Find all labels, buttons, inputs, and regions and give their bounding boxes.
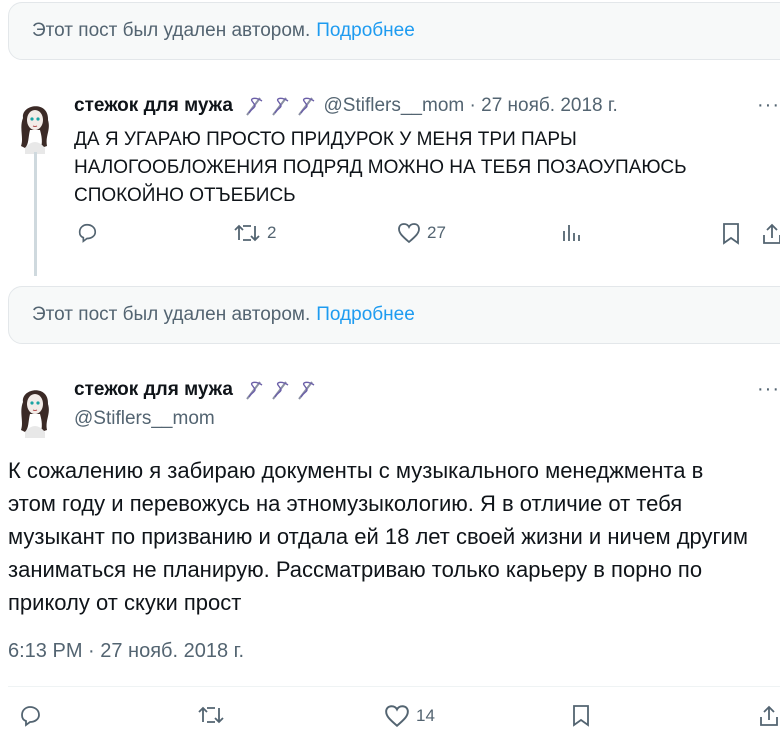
like-count: 27 <box>427 223 446 242</box>
reply-icon <box>78 223 97 243</box>
bookmark-button[interactable] <box>720 222 742 246</box>
author-name[interactable]: стежок для мужа <box>74 95 233 116</box>
needle-thread-icon <box>298 381 315 400</box>
tweet-timestamp[interactable]: 6:13 PM · 27 нояб. 2018 г. <box>8 640 244 663</box>
needle-thread-icon <box>298 97 315 116</box>
post-date[interactable]: · 27 нояб. 2018 г. <box>470 95 618 116</box>
bookmark-icon <box>723 223 739 245</box>
needle-emoji-group <box>244 95 318 117</box>
reply-header: стежок для мужа @Stiflers__mom · 27 нояб… <box>74 95 618 117</box>
more-options-icon[interactable]: ··· <box>757 94 780 117</box>
reply-button[interactable] <box>18 704 42 728</box>
deleted-post-notice: Этот пост был удален автором. Подробнее <box>8 286 780 344</box>
author-handle[interactable]: @Stiflers__mom <box>74 408 215 430</box>
needle-thread-icon <box>272 381 289 400</box>
thread-line <box>34 152 37 276</box>
bookmark-icon <box>573 705 589 727</box>
bookmark-button[interactable] <box>570 704 592 728</box>
needle-thread-icon <box>272 97 289 116</box>
reply-button[interactable] <box>76 222 98 244</box>
retweet-count: 2 <box>267 223 277 242</box>
analytics-icon <box>563 225 580 241</box>
avatar-illustration <box>21 390 49 438</box>
deleted-post-notice: Этот пост был удален автором. Подробнее <box>8 2 780 60</box>
retweet-icon <box>234 224 260 242</box>
avatar[interactable] <box>13 96 57 154</box>
main-action-bar: 14 <box>0 704 780 734</box>
retweet-icon <box>198 706 224 724</box>
deleted-notice-text: Этот пост был удален автором. <box>32 20 311 41</box>
retweet-button[interactable]: 2 <box>233 222 276 244</box>
tweet-text: К сожалению я забираю документы с музыка… <box>8 458 748 615</box>
author-name[interactable]: стежок для мужа <box>74 379 233 400</box>
views-button[interactable] <box>560 222 582 244</box>
like-count: 14 <box>416 706 435 725</box>
like-button[interactable]: 27 <box>397 222 446 244</box>
heart-icon <box>385 705 409 728</box>
main-author-block: стежок для мужа <box>74 379 318 401</box>
share-icon <box>760 705 778 726</box>
avatar-illustration <box>21 106 49 154</box>
share-icon <box>763 223 780 244</box>
needle-thread-icon <box>246 97 263 116</box>
like-button[interactable]: 14 <box>384 704 435 728</box>
more-options-icon[interactable]: ··· <box>757 378 780 401</box>
share-button[interactable] <box>761 222 780 246</box>
avatar[interactable] <box>13 380 57 438</box>
reply-action-bar: 2 27 <box>0 222 780 252</box>
retweet-button[interactable] <box>197 704 225 726</box>
heart-icon <box>398 223 420 244</box>
deleted-notice-text: Этот пост был удален автором. <box>32 304 311 325</box>
divider <box>8 686 780 687</box>
learn-more-link[interactable]: Подробнее <box>316 20 415 42</box>
share-button[interactable] <box>758 704 780 728</box>
needle-thread-icon <box>246 381 263 400</box>
learn-more-link[interactable]: Подробнее <box>316 304 415 326</box>
reply-text: ДА Я УГАРАЮ ПРОСТО ПРИДУРОК У МЕНЯ ТРИ П… <box>74 129 687 206</box>
author-handle[interactable]: @Stiflers__mom <box>324 95 465 116</box>
reply-icon <box>21 706 40 727</box>
needle-emoji-group <box>244 379 318 401</box>
